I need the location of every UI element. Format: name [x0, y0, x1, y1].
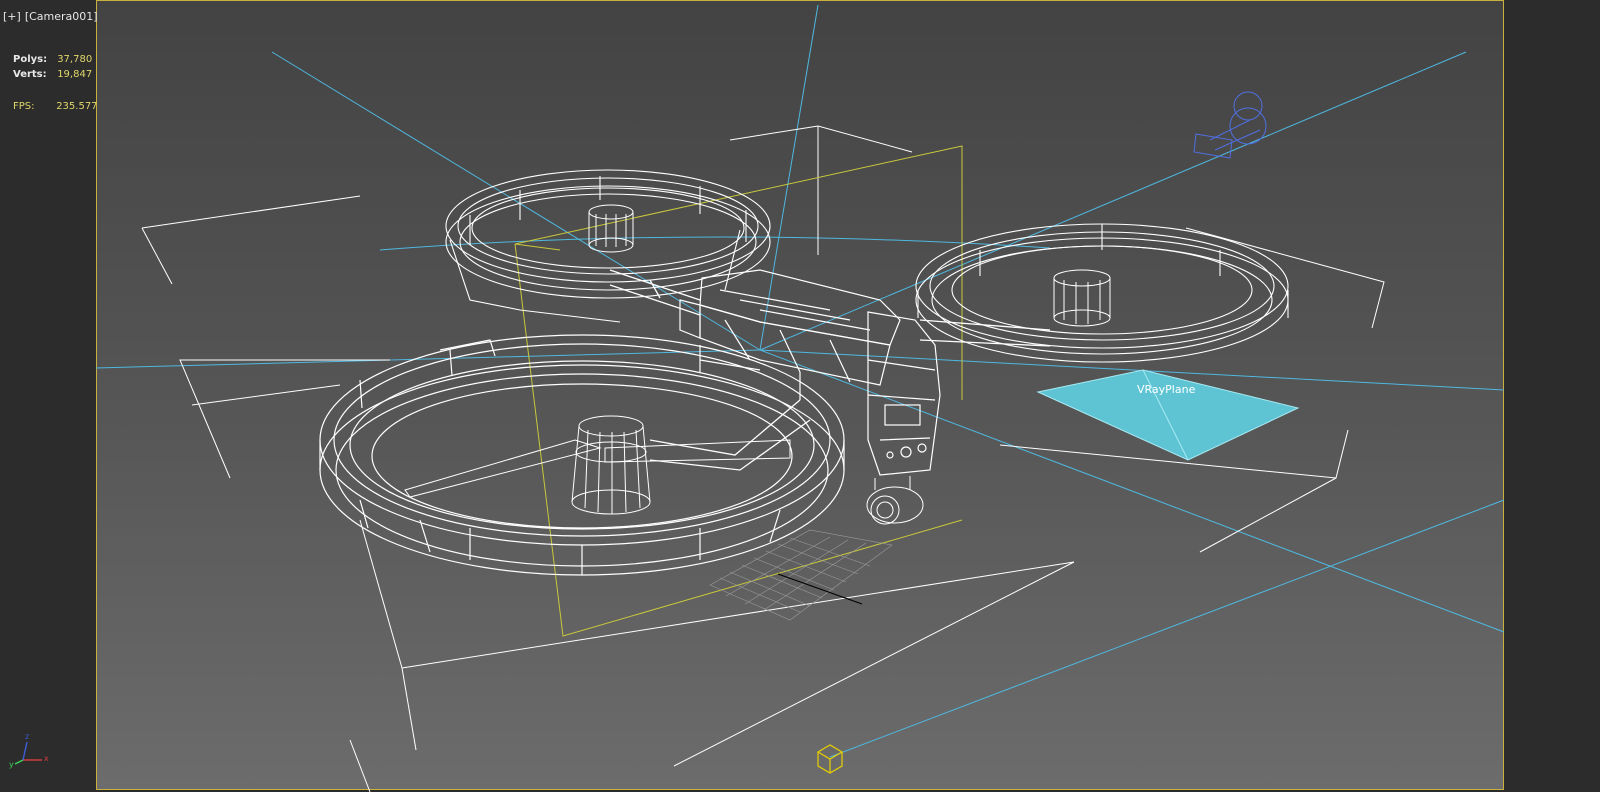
- camera-viewport[interactable]: [96, 0, 1504, 790]
- axis-y-label: y: [9, 760, 14, 769]
- fps-value: 235.577: [56, 101, 98, 112]
- verts-value: 19,847: [57, 69, 93, 80]
- viewport-menu: [+] [Camera001]: [3, 10, 98, 23]
- vray-plane-label: VRayPlane: [1137, 383, 1196, 396]
- stats-polys: Polys: 37,780: [13, 54, 92, 65]
- right-gutter: [1504, 0, 1600, 792]
- fps-label: FPS:: [13, 101, 35, 112]
- stats-fps: FPS: 235.577: [13, 101, 98, 112]
- stats-verts: Verts: 19,847: [13, 69, 92, 80]
- viewport-camera-menu[interactable]: [Camera001]: [25, 10, 98, 23]
- axis-z-label: z: [25, 732, 30, 741]
- app-root: [+] [Camera001] Polys: 37,780 Verts: 19,…: [0, 0, 1600, 792]
- polys-label: Polys:: [13, 54, 48, 65]
- polys-value: 37,780: [57, 54, 93, 65]
- left-gutter: [0, 0, 96, 792]
- axis-x-label: x: [44, 754, 49, 763]
- viewport-plus-menu[interactable]: [+]: [3, 10, 21, 23]
- verts-label: Verts:: [13, 69, 47, 80]
